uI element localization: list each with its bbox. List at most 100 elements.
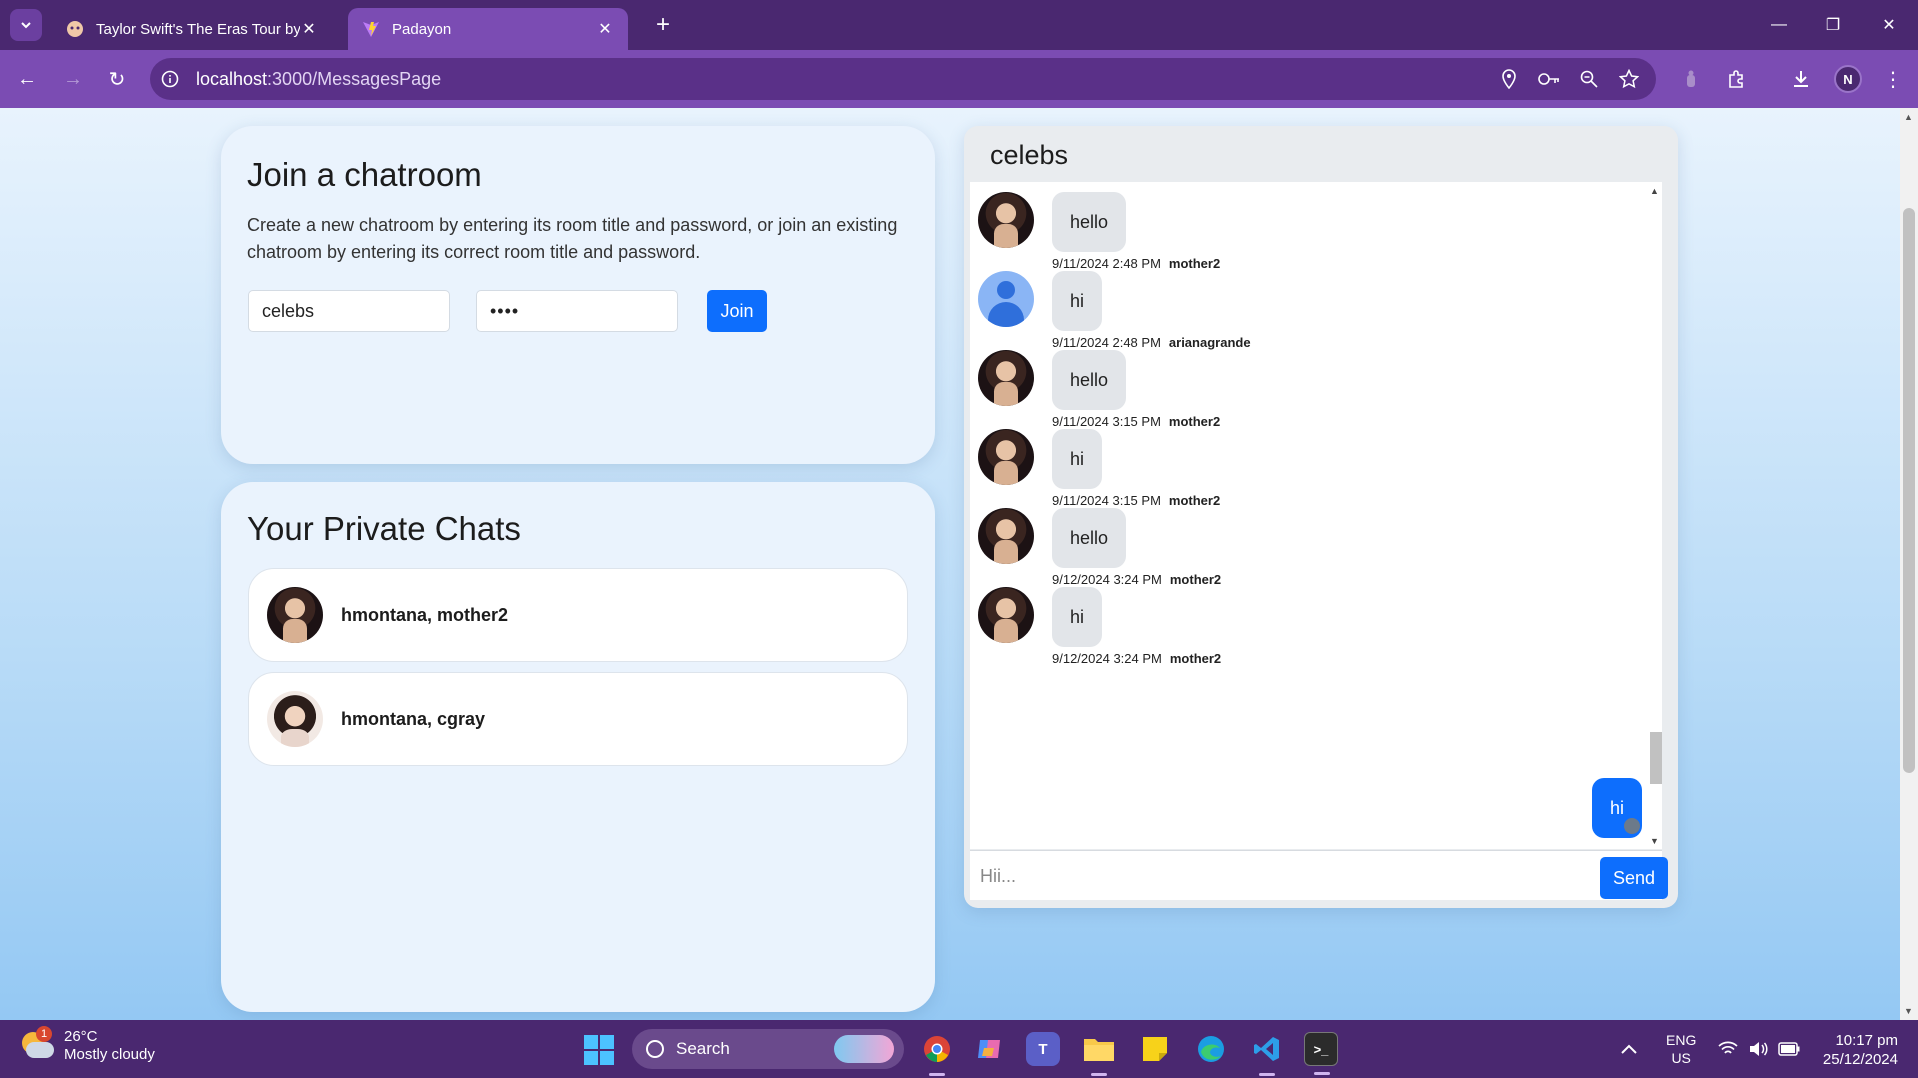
profile-avatar[interactable]: N (1834, 65, 1862, 93)
message-item: hello 9/11/2024 2:48 PM mother2 (978, 192, 1578, 282)
private-chat-name: hmontana, cgray (341, 708, 486, 729)
weather-text: 26°C Mostly cloudy (64, 1028, 155, 1063)
join-title: Join a chatroom (247, 156, 482, 193)
chevron-down-icon (21, 22, 31, 29)
browser-toolbar: ← → ↻ localhost:3000/MessagesPage N ⋮ (0, 50, 1918, 108)
close-tab-icon[interactable]: ✕ (300, 19, 318, 39)
close-tab-icon[interactable]: ✕ (596, 19, 614, 39)
edge-icon[interactable] (1194, 1032, 1228, 1066)
room-title-input[interactable]: celebs (248, 290, 450, 332)
message-meta: 9/11/2024 2:48 PM mother2 (1052, 256, 1221, 271)
message-meta: 9/11/2024 2:48 PM arianagrande (1052, 335, 1251, 350)
taskbar-clock[interactable]: 10:17 pm 25/12/2024 (1808, 1031, 1898, 1069)
page-scrollbar[interactable]: ▲ ▼ (1900, 108, 1918, 1020)
tab-search-button[interactable] (10, 9, 42, 41)
tab-title: Taylor Swift's The Eras Tour by N (96, 20, 300, 38)
terminal-icon[interactable]: >_ (1304, 1032, 1338, 1075)
close-window-icon[interactable]: ✕ (1866, 0, 1912, 50)
restore-icon[interactable]: ❐ (1810, 0, 1856, 50)
browser-tab-bar: Taylor Swift's The Eras Tour by N ✕ Pada… (0, 0, 1918, 50)
message-item: hi 9/12/2024 3:24 PM mother2 (978, 587, 1578, 677)
message-meta: 9/12/2024 3:24 PM mother2 (1052, 572, 1222, 587)
private-chat-item[interactable]: hmontana, mother2 (248, 568, 908, 662)
join-description: Create a new chatroom by entering its ro… (247, 215, 898, 262)
message-bubble: hi (1052, 429, 1103, 489)
message-bubble: hi (1052, 587, 1103, 647)
os-taskbar: 1 26°C Mostly cloudy Search T >_ ENGUS (0, 1020, 1918, 1078)
send-button[interactable]: Send (1600, 857, 1668, 899)
forward-icon[interactable]: → (58, 64, 88, 94)
scroll-down-arrow-icon[interactable]: ▼ (1650, 836, 1659, 846)
avatar (978, 192, 1034, 248)
chatroom-panel: celebs hello 9/11/2024 2:48 PM mother2 hi… (964, 126, 1678, 908)
site-info-icon[interactable] (150, 70, 190, 88)
message-list-scrollbar[interactable]: ▲ ▼ (1648, 182, 1662, 849)
minimize-icon[interactable]: — (1756, 0, 1802, 50)
teams-icon[interactable]: T (1026, 1032, 1060, 1066)
copilot-icon[interactable] (972, 1032, 1006, 1066)
message-input[interactable]: Hii... (980, 851, 1580, 901)
private-chats-title: Your Private Chats (247, 510, 521, 547)
chatroom-title: celebs (990, 140, 1069, 170)
back-icon[interactable]: ← (12, 64, 42, 94)
password-key-icon[interactable] (1538, 68, 1560, 90)
join-button[interactable]: Join (707, 290, 767, 332)
message-bubble: hello (1052, 350, 1127, 410)
chrome-icon[interactable] (920, 1032, 954, 1076)
private-chats-card: Your Private Chats hmontana, mother2 hmo… (221, 482, 935, 1012)
download-icon[interactable] (1786, 64, 1816, 94)
scrollbar-thumb[interactable] (1903, 208, 1915, 773)
private-chat-item[interactable]: hmontana, cgray (248, 672, 908, 766)
sticky-notes-icon[interactable] (1138, 1032, 1172, 1066)
message-meta: 9/11/2024 3:15 PM mother2 (1052, 414, 1221, 429)
scroll-up-arrow-icon[interactable]: ▲ (1650, 186, 1659, 196)
reload-icon[interactable]: ↻ (102, 64, 132, 94)
message-bubble: hi (1052, 271, 1103, 331)
system-tray[interactable] (1718, 1020, 1800, 1078)
menu-kebab-icon[interactable]: ⋮ (1878, 64, 1908, 94)
my-message-bubble: hi (1592, 778, 1642, 838)
windows-start-icon[interactable] (584, 1035, 614, 1065)
message-meta: 9/12/2024 3:24 PM mother2 (1052, 651, 1222, 666)
message-bubble: hello (1052, 508, 1127, 568)
battery-icon (1778, 1042, 1800, 1056)
scroll-up-arrow-icon[interactable]: ▲ (1904, 112, 1913, 122)
vite-favicon-icon (363, 22, 379, 37)
room-password-input[interactable]: •••• (476, 290, 678, 332)
volume-icon (1750, 1042, 1768, 1056)
vscode-icon[interactable] (1250, 1032, 1284, 1076)
location-icon[interactable] (1498, 68, 1520, 90)
message-list: hello 9/11/2024 2:48 PM mother2 hi 9/11/2… (970, 182, 1662, 849)
language-indicator[interactable]: ENG US (1666, 1020, 1696, 1078)
tab-title: Padayon (392, 20, 452, 38)
weather-widget[interactable]: 1 26°C Mostly cloudy (20, 1026, 155, 1064)
scrollbar-thumb[interactable] (1650, 732, 1662, 784)
extensions-icon[interactable] (1722, 64, 1752, 94)
address-bar[interactable]: localhost:3000/MessagesPage (150, 58, 1656, 100)
file-explorer-icon[interactable] (1082, 1032, 1116, 1076)
default-user-avatar-icon (978, 271, 1034, 327)
wifi-icon (1718, 1041, 1738, 1054)
notification-badge: 1 (36, 1026, 52, 1042)
bookmark-star-icon[interactable] (1618, 68, 1640, 90)
avatar (267, 691, 323, 747)
status-dot-icon (1624, 818, 1640, 834)
message-meta: 9/11/2024 3:15 PM mother2 (1052, 493, 1221, 508)
taskbar-search[interactable]: Search (632, 1029, 904, 1069)
message-item: hi 9/11/2024 2:48 PM arianagrande (978, 271, 1578, 361)
avatar (978, 429, 1034, 485)
extension-puzzle-icon[interactable] (1676, 64, 1706, 94)
messages-page: Join a chatroom Create a new chatroom by… (0, 108, 1900, 1020)
search-highlight-icon (834, 1035, 894, 1063)
scroll-down-arrow-icon[interactable]: ▼ (1904, 1006, 1913, 1016)
message-item: hello 9/11/2024 3:15 PM mother2 (978, 350, 1578, 440)
message-bubble: hello (1052, 192, 1127, 252)
tab-eras-tour[interactable]: Taylor Swift's The Eras Tour by N ✕ (52, 8, 332, 50)
message-item: hello 9/12/2024 3:24 PM mother2 (978, 508, 1578, 598)
new-tab-button[interactable]: + (648, 10, 678, 40)
avatar (978, 350, 1034, 406)
zoom-icon[interactable] (1578, 68, 1600, 90)
join-chatroom-card: Join a chatroom Create a new chatroom by… (221, 126, 935, 464)
tray-overflow-icon[interactable] (1620, 1020, 1638, 1078)
tab-padayon[interactable]: Padayon ✕ (348, 8, 628, 50)
